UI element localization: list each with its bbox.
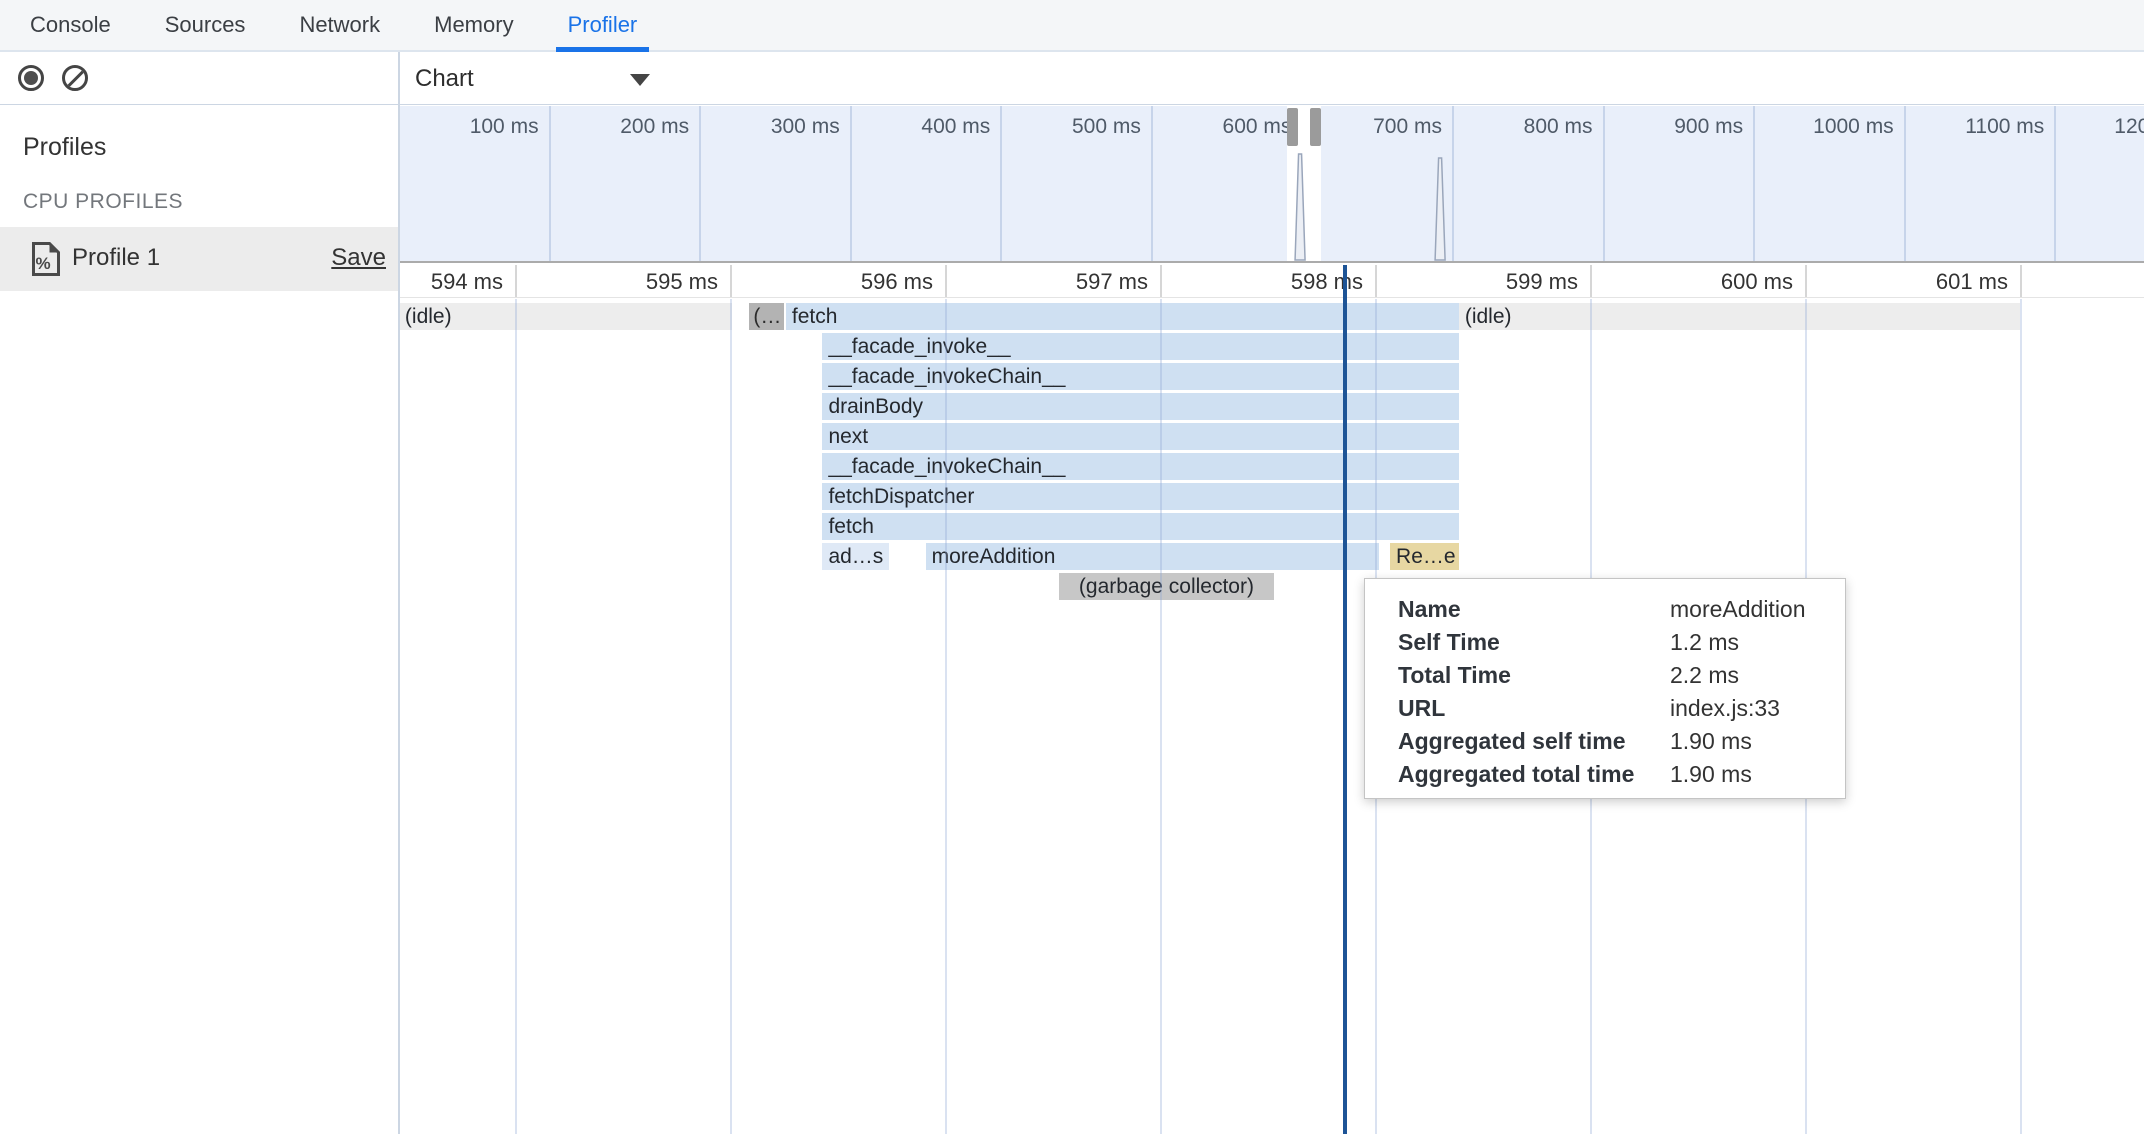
save-profile-link[interactable]: Save (331, 244, 386, 272)
tab-network[interactable]: Network (297, 0, 382, 50)
flame-gridline (730, 299, 732, 1134)
flame-gridline (945, 299, 947, 1134)
selection-left-handle[interactable] (1287, 108, 1298, 146)
tooltip-label: Self Time (1398, 629, 1670, 656)
sidebar-item-profile-1[interactable]: % Profile 1 Save (0, 227, 398, 291)
tab-profiler[interactable]: Profiler (566, 0, 640, 50)
flame-frame-next[interactable]: next (822, 423, 1458, 450)
flame-frame--[interactable]: (… (749, 303, 783, 330)
record-profile-icon[interactable] (18, 65, 44, 91)
tab-sources[interactable]: Sources (163, 0, 248, 50)
tooltip-value: 1.2 ms (1670, 629, 1739, 656)
ruler-tick-label: 595 ms (530, 269, 718, 295)
tooltip-value: 1.90 ms (1670, 728, 1752, 755)
tooltip-row: Total Time2.2 ms (1365, 659, 1845, 692)
profile-document-icon: % (30, 241, 62, 277)
svg-text:%: % (35, 254, 50, 273)
ruler-tick-label: 597 ms (960, 269, 1148, 295)
ruler-tick (1805, 265, 1807, 297)
devtools-tab-bar: Console Sources Network Memory Profiler (0, 0, 2144, 52)
ruler-tick-label: 598 ms (1175, 269, 1363, 295)
tooltip-label: Aggregated total time (1398, 761, 1670, 788)
view-mode-select[interactable]: Chart (415, 52, 665, 105)
flame-frame--idle-[interactable]: (idle) (1459, 303, 2020, 330)
ruler-tick (515, 265, 517, 297)
tooltip-label: URL (1398, 695, 1670, 722)
ruler-tick (2020, 265, 2022, 297)
tooltip-label: Aggregated self time (1398, 728, 1670, 755)
tooltip-value: 2.2 ms (1670, 662, 1739, 689)
flame-frame--facade-invoke-[interactable]: __facade_invoke__ (822, 333, 1458, 360)
overview-activity-spikes (400, 106, 2144, 261)
timeline-cursor-line (1343, 265, 1347, 1134)
flame-frame--idle-[interactable]: (idle) (400, 303, 732, 330)
flame-gridline (515, 299, 517, 1134)
timeline-overview[interactable]: 100 ms200 ms300 ms400 ms500 ms600 ms700 … (400, 106, 2144, 263)
profiler-toolbar: Chart (0, 52, 2144, 105)
ruler-tick-label: 601 ms (1820, 269, 2008, 295)
tab-console[interactable]: Console (28, 0, 113, 50)
flame-frame--garbage-collector-[interactable]: (garbage collector) (1059, 573, 1274, 600)
frame-details-tooltip: NamemoreAdditionSelf Time1.2 msTotal Tim… (1364, 578, 1846, 799)
tooltip-value: 1.90 ms (1670, 761, 1752, 788)
tooltip-row: URLindex.js:33 (1365, 692, 1845, 725)
tooltip-row: Self Time1.2 ms (1365, 626, 1845, 659)
tooltip-label: Total Time (1398, 662, 1670, 689)
tooltip-label: Name (1398, 596, 1670, 623)
ruler-tick-label: 594 ms (400, 269, 503, 295)
ruler-tick (730, 265, 732, 297)
tooltip-row: Aggregated total time1.90 ms (1365, 758, 1845, 791)
tab-memory[interactable]: Memory (432, 0, 515, 50)
flame-frame-drainbody[interactable]: drainBody (822, 393, 1458, 420)
profile-name: Profile 1 (72, 244, 160, 272)
ruler-tick-label: 599 ms (1390, 269, 1578, 295)
flame-frame-fetchdispatcher[interactable]: fetchDispatcher (822, 483, 1458, 510)
flame-frame-ad-s[interactable]: ad…s (822, 543, 889, 570)
ruler-tick (1590, 265, 1592, 297)
ruler-tick-label: 600 ms (1605, 269, 1793, 295)
chevron-down-icon (630, 74, 650, 86)
flame-frame-fetch[interactable]: fetch (786, 303, 1459, 330)
flame-frame-re-e[interactable]: Re…e (1390, 543, 1459, 570)
flame-frame-fetch[interactable]: fetch (822, 513, 1458, 540)
flame-frame--facade-invokechain-[interactable]: __facade_invokeChain__ (822, 363, 1458, 390)
tooltip-value: index.js:33 (1670, 695, 1780, 722)
ruler-tick-label: 596 ms (745, 269, 933, 295)
profiles-sidebar: Profiles CPU PROFILES % Profile 1 Save (0, 105, 398, 1134)
tooltip-row: NamemoreAddition (1365, 593, 1845, 626)
clear-profiles-icon[interactable] (62, 65, 88, 91)
cpu-profiles-section-label: CPU PROFILES (23, 190, 183, 214)
flame-gridline (2020, 299, 2022, 1134)
tooltip-value: moreAddition (1670, 596, 1806, 623)
profiles-heading: Profiles (23, 133, 106, 162)
view-mode-value: Chart (415, 65, 474, 93)
tooltip-row: Aggregated self time1.90 ms (1365, 725, 1845, 758)
ruler-tick (1160, 265, 1162, 297)
selection-right-handle[interactable] (1310, 108, 1321, 146)
flame-gridline (1160, 299, 1162, 1134)
ruler-tick (1375, 265, 1377, 297)
ruler-tick (945, 265, 947, 297)
flame-chart: (idle)(…fetch(idle)__facade_invoke____fa… (400, 299, 2144, 1134)
flame-frame--facade-invokechain-[interactable]: __facade_invokeChain__ (822, 453, 1458, 480)
flame-frame-moreaddition[interactable]: moreAddition (926, 543, 1380, 570)
flame-chart-ruler: 594 ms 595 ms 596 ms 597 ms 598 ms 599 ms 600 … (400, 265, 2144, 298)
